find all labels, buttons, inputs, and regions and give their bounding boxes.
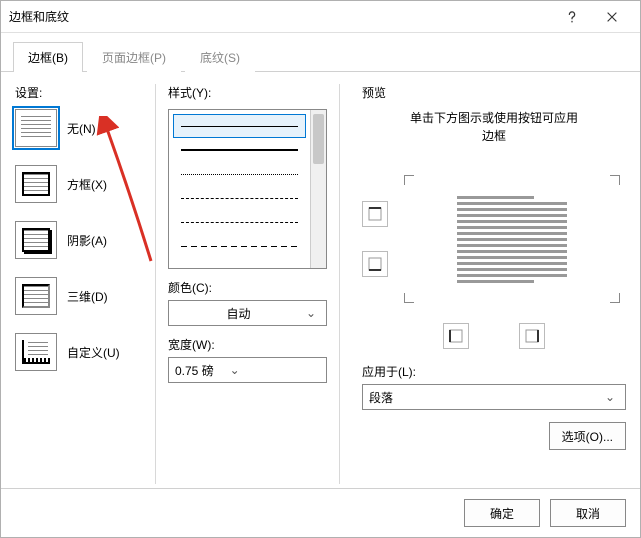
width-label: 宽度(W): [168, 336, 327, 353]
apply-to-label: 应用于(L): [362, 363, 626, 380]
style-item-dashed[interactable] [173, 210, 306, 234]
borders-shading-dialog: 边框和底纹 边框(B) 页面边框(P) 底纹(S) 设置: 无(N) 方框(X) [0, 0, 641, 538]
close-button[interactable] [592, 2, 632, 32]
setting-none-icon [15, 109, 57, 147]
cancel-button[interactable]: 取消 [550, 499, 626, 527]
setting-custom-icon [15, 333, 57, 371]
close-icon [605, 10, 619, 24]
setting-none[interactable]: 无(N) [15, 109, 145, 147]
color-dropdown[interactable]: 自动 ⌄ [168, 300, 327, 326]
style-item-dotted[interactable] [173, 162, 306, 186]
ok-button[interactable]: 确定 [464, 499, 540, 527]
style-scrollbar[interactable] [310, 110, 326, 268]
dialog-footer: 确定 取消 [1, 488, 640, 537]
style-item-dashed-fine[interactable] [173, 186, 306, 210]
setting-none-label: 无(N) [67, 120, 96, 137]
preview-horizontal-buttons [362, 323, 626, 349]
apply-to-dropdown[interactable]: 段落 ⌄ [362, 384, 626, 410]
style-listbox[interactable] [168, 109, 327, 269]
preview-label: 预览 [362, 84, 626, 101]
help-icon [565, 10, 579, 24]
setting-box-icon [15, 165, 57, 203]
tab-bar: 边框(B) 页面边框(P) 底纹(S) [1, 33, 640, 72]
chevron-down-icon: ⌄ [302, 306, 320, 320]
help-button[interactable] [552, 2, 592, 32]
setting-box[interactable]: 方框(X) [15, 165, 145, 203]
setting-3d[interactable]: 三维(D) [15, 277, 145, 315]
border-top-button[interactable] [362, 201, 388, 227]
setting-custom-label: 自定义(U) [67, 344, 120, 361]
options-row: 选项(O)... [362, 422, 626, 450]
preview-area [362, 159, 626, 319]
tab-shading[interactable]: 底纹(S) [185, 42, 255, 72]
preview-hint: 单击下方图示或使用按钮可应用 边框 [362, 109, 626, 145]
corner-marker [404, 293, 414, 303]
border-bottom-button[interactable] [362, 251, 388, 277]
settings-column: 设置: 无(N) 方框(X) 阴影(A) 三维(D) 自定义(U) [15, 84, 145, 484]
style-label: 样式(Y): [168, 84, 327, 101]
tab-page-border[interactable]: 页面边框(P) [87, 42, 181, 72]
options-button[interactable]: 选项(O)... [549, 422, 626, 450]
scroll-thumb[interactable] [313, 114, 324, 164]
tab-border[interactable]: 边框(B) [13, 42, 83, 72]
color-value: 自动 [175, 305, 302, 322]
apply-to-value: 段落 [369, 389, 601, 406]
border-left-button[interactable] [443, 323, 469, 349]
chevron-down-icon: ⌄ [601, 390, 619, 404]
preview-box [398, 169, 626, 309]
setting-shadow-icon [15, 221, 57, 259]
preview-vertical-buttons [362, 201, 388, 277]
dialog-title: 边框和底纹 [9, 8, 552, 25]
preview-paragraph-icon [457, 193, 567, 286]
chevron-down-icon: ⌄ [226, 363, 244, 377]
width-value: 0.75 磅 [175, 362, 214, 379]
setting-shadow-label: 阴影(A) [67, 232, 107, 249]
preview-column: 预览 单击下方图示或使用按钮可应用 边框 [350, 84, 626, 484]
style-column: 样式(Y): 颜色(C): 自动 ⌄ 宽度(W): [155, 84, 340, 484]
style-items [169, 110, 310, 268]
style-item-solid[interactable] [173, 114, 306, 138]
setting-3d-icon [15, 277, 57, 315]
corner-marker [404, 175, 414, 185]
border-right-button[interactable] [519, 323, 545, 349]
settings-label: 设置: [15, 84, 145, 101]
width-dropdown[interactable]: 0.75 磅 ⌄ [168, 357, 327, 383]
setting-3d-label: 三维(D) [67, 288, 108, 305]
style-item-thick[interactable] [173, 138, 306, 162]
color-label: 颜色(C): [168, 279, 327, 296]
titlebar: 边框和底纹 [1, 1, 640, 33]
setting-custom[interactable]: 自定义(U) [15, 333, 145, 371]
style-item-dashed-wide[interactable] [173, 234, 306, 258]
setting-shadow[interactable]: 阴影(A) [15, 221, 145, 259]
corner-marker [610, 175, 620, 185]
dialog-body: 设置: 无(N) 方框(X) 阴影(A) 三维(D) 自定义(U) [1, 72, 640, 492]
setting-box-label: 方框(X) [67, 176, 107, 193]
corner-marker [610, 293, 620, 303]
